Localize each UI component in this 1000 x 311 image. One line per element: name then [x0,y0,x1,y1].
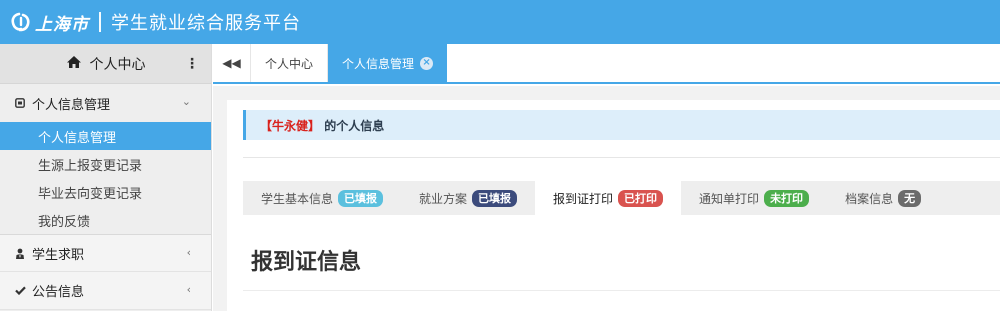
sidebar-group-label: 公告信息 [32,285,85,300]
tab-personal-info-management[interactable]: 个人信息管理 × [328,44,448,82]
chevron-left-icon: ‹ [186,246,191,259]
student-name: 【牛永健】 [260,118,321,133]
subtab-employment-plan[interactable]: 就业方案 已填报 [401,181,535,215]
divider [243,157,1000,158]
tab-personal-center[interactable]: 个人中心 [251,44,329,82]
personal-info-notice: 【牛永健】 的个人信息 [243,110,1000,140]
sidebar-item-source-report-changes[interactable]: 生源上报变更记录 [0,150,211,178]
home-icon [66,54,82,73]
sidebar: 个人中心 ⋮ 个人信息管理 ⌄ 个人信息管理 生源上报变更记录 毕业去向变更记录… [0,44,212,311]
section-title: 报到证信息 [251,250,362,275]
close-icon[interactable]: × [420,56,434,70]
sidebar-item-graduation-destination-changes[interactable]: 毕业去向变更记录 [0,178,211,206]
subtab-basic-info[interactable]: 学生基本信息 已填报 [243,181,401,215]
subtab-report-certificate-print[interactable]: 报到证打印 已打印 [535,181,682,215]
double-chevron-left-icon[interactable]: ◀◀ [213,44,251,82]
sidebar-group-job-seeking[interactable]: 学生求职 ‹ [0,234,211,272]
check-icon [12,286,28,295]
brand-city: 上海市 [35,14,89,35]
person-tie-icon [12,248,28,259]
platform-title: 学生就业综合服务平台 [111,13,301,34]
chevron-left-icon: ‹ [186,283,191,296]
subtab-archive-info[interactable]: 档案信息 无 [827,181,939,215]
sidebar-group-announcements[interactable]: 公告信息 ‹ [0,272,211,310]
main-content: 【牛永健】 的个人信息 学生基本信息 已填报 就业方案 已填报 报到证打印 已打… [213,86,1000,311]
info-panel: 【牛永健】 的个人信息 学生基本信息 已填报 就业方案 已填报 报到证打印 已打… [227,100,1000,311]
more-vertical-icon[interactable]: ⋮ [185,56,199,72]
tab-label: 个人中心 [265,56,314,71]
sidebar-submenu: 个人信息管理 生源上报变更记录 毕业去向变更记录 我的反馈 [0,122,211,234]
subtab-notice-print[interactable]: 通知单打印 未打印 [681,181,827,215]
status-badge: 无 [898,189,922,207]
subtab-label: 档案信息 [845,191,894,206]
info-subtabs: 学生基本信息 已填报 就业方案 已填报 报到证打印 已打印 通知单打印 未打印 … [243,181,1000,215]
status-badge: 未打印 [764,189,810,207]
sidebar-group-personal-info[interactable]: 个人信息管理 ⌄ [0,84,211,122]
square-box-icon [12,98,28,108]
status-badge: 已填报 [338,189,384,207]
subtab-label: 通知单打印 [699,191,760,206]
brand-separator [99,12,101,32]
tab-label: 个人信息管理 [342,56,415,71]
status-badge: 已打印 [618,189,664,207]
sidebar-group-label: 个人信息管理 [32,97,111,113]
sidebar-personal-center[interactable]: 个人中心 ⋮ [0,44,211,84]
shanghai-logo-icon [10,11,32,33]
divider [243,290,1000,291]
status-badge: 已填报 [472,189,518,207]
notice-suffix: 的个人信息 [320,118,385,133]
subtab-label: 就业方案 [419,191,468,206]
page-tabbar: ◀◀ 个人中心 个人信息管理 × [213,44,1000,84]
sidebar-item-my-feedback[interactable]: 我的反馈 [0,206,211,234]
sidebar-top-label: 个人中心 [89,56,146,73]
subtab-label: 学生基本信息 [261,191,334,206]
top-header: 上海市 学生就业综合服务平台 [0,0,1000,44]
sidebar-item-personal-info-management[interactable]: 个人信息管理 [0,122,211,150]
sidebar-group-label: 学生求职 [32,247,85,263]
chevron-down-icon: ⌄ [181,95,191,108]
subtab-label: 报到证打印 [553,191,614,206]
